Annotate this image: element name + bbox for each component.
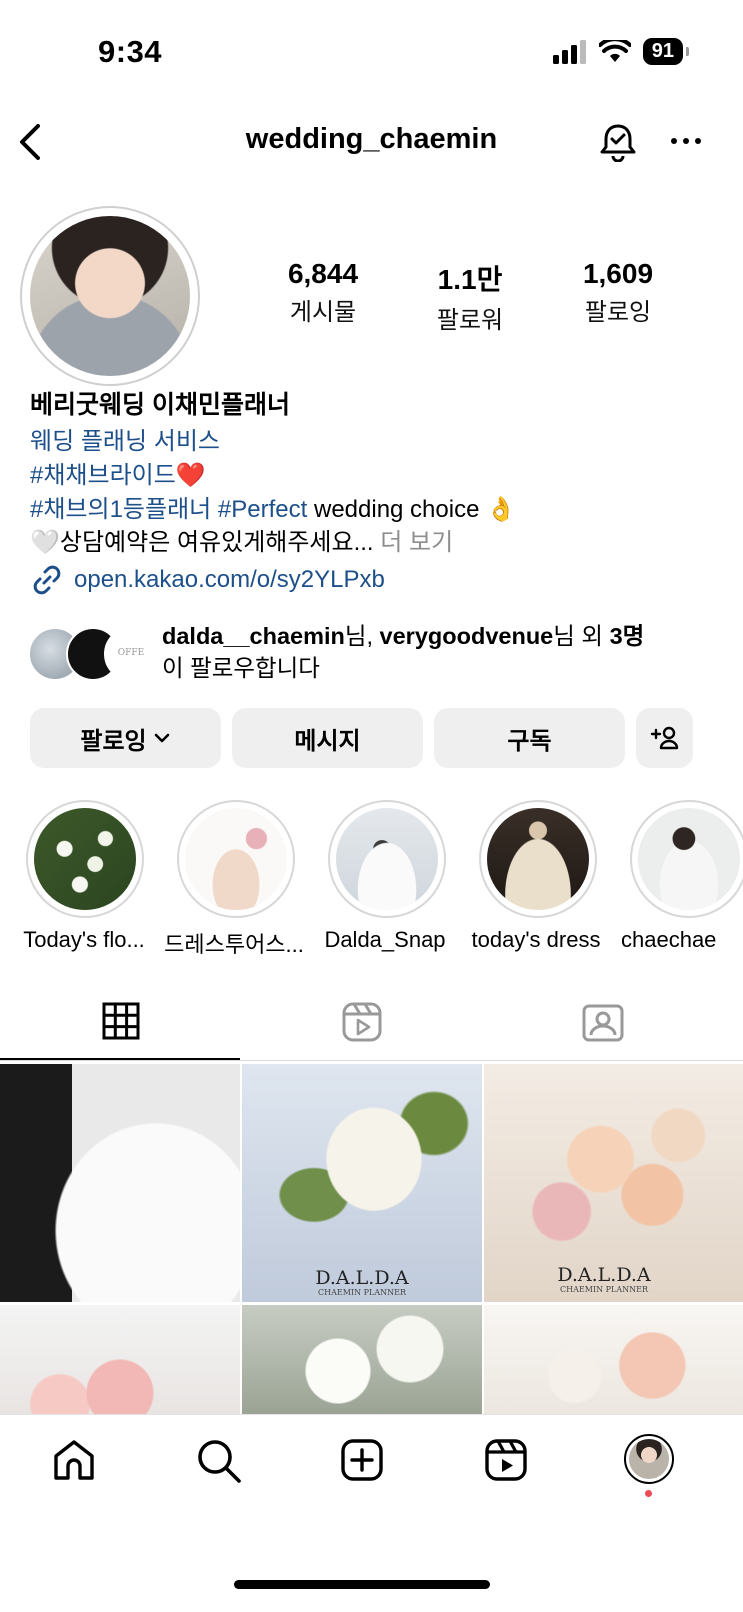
followed-by-user-1: dalda__chaemin bbox=[162, 623, 345, 649]
stat-following-value: 1,609 bbox=[582, 258, 654, 289]
followed-by-count: 3명 bbox=[609, 623, 645, 649]
create-icon[interactable] bbox=[340, 1438, 384, 1482]
profile-display-name: 베리굿웨딩 이채민플래너 bbox=[30, 391, 290, 419]
bio-hashtags[interactable]: #채브의1등플래너 #Perfect bbox=[30, 496, 307, 523]
post-thumbnail-4[interactable] bbox=[0, 1305, 240, 1415]
reels-nav-icon[interactable] bbox=[484, 1438, 528, 1482]
profile-category: 웨딩 플래닝 서비스 bbox=[30, 428, 220, 455]
highlight-3-image bbox=[336, 808, 438, 910]
highlight-5[interactable] bbox=[630, 800, 743, 918]
signal-icon bbox=[552, 39, 586, 64]
bio-line-3: 🤍상담예약은 여유있게해주세요... 더 보기 bbox=[30, 522, 453, 557]
stat-posts[interactable]: 6,844 게시물 bbox=[258, 258, 388, 327]
tab-divider bbox=[0, 1060, 743, 1061]
profile-nav-button[interactable] bbox=[624, 1434, 674, 1484]
post-2-sub: CHAEMIN PLANNER bbox=[318, 1288, 406, 1297]
highlight-1-ring bbox=[26, 800, 144, 918]
post-thumbnail-1[interactable] bbox=[0, 1064, 240, 1302]
highlight-4-label: today's dress bbox=[471, 927, 601, 952]
bell-icon[interactable] bbox=[598, 122, 638, 162]
search-icon[interactable] bbox=[196, 1438, 242, 1484]
post-thumbnail-5[interactable] bbox=[242, 1305, 482, 1415]
bio-text-3: 🤍상담예약은 여유있게해주세요... bbox=[30, 529, 374, 556]
highlight-5-ring bbox=[630, 800, 743, 918]
link-icon bbox=[33, 565, 61, 595]
stat-posts-label: 게시물 bbox=[289, 299, 357, 326]
highlight-2-image bbox=[185, 808, 287, 910]
stat-following-label: 팔로잉 bbox=[584, 299, 652, 326]
highlight-2-label: 드레스투어스... bbox=[164, 932, 304, 957]
bio-hashtag-1[interactable]: #채채브라이드❤️ bbox=[30, 455, 206, 490]
notification-dot bbox=[645, 1490, 652, 1497]
post-thumbnail-2[interactable]: D.A.L.D.A CHAEMIN PLANNER bbox=[242, 1064, 482, 1302]
post-thumbnail-3[interactable]: D.A.L.D.A CHAEMIN PLANNER bbox=[484, 1064, 743, 1302]
message-button-label: 메시지 bbox=[294, 727, 361, 755]
add-person-icon bbox=[650, 726, 678, 750]
highlight-5-label: chaechae bbox=[621, 927, 717, 952]
profile-avatar[interactable] bbox=[30, 216, 190, 376]
wifi-icon bbox=[598, 39, 631, 62]
stat-posts-value: 6,844 bbox=[287, 258, 359, 289]
message-button[interactable]: 메시지 bbox=[232, 708, 423, 768]
highlight-5-image bbox=[638, 808, 740, 910]
highlight-4[interactable] bbox=[479, 800, 597, 918]
stat-followers[interactable]: 1.1만 팔로워 bbox=[405, 258, 535, 335]
bio-line-2: #채브의1등플래너 #Perfect wedding choice 👌 bbox=[30, 489, 516, 524]
followed-by-text[interactable]: dalda__chaemin님, verygoodvenue님 외 3명 이 팔… bbox=[162, 620, 644, 684]
highlight-3-ring bbox=[328, 800, 446, 918]
followed-by-others: 님 외 bbox=[553, 623, 610, 649]
status-time: 9:34 bbox=[98, 34, 163, 69]
subscribe-button-label: 구독 bbox=[507, 727, 552, 755]
status-icons: 91 bbox=[552, 38, 690, 65]
profile-link-text: open.kakao.com/o/sy2YLPxb bbox=[74, 566, 385, 593]
subscribe-button[interactable]: 구독 bbox=[434, 708, 625, 768]
highlight-2-ring bbox=[177, 800, 295, 918]
followed-by-user-2: verygoodvenue bbox=[379, 623, 554, 649]
highlight-1-image bbox=[34, 808, 136, 910]
home-indicator bbox=[234, 1580, 490, 1589]
grid-icon[interactable] bbox=[102, 1002, 140, 1040]
highlight-4-ring bbox=[479, 800, 597, 918]
highlight-3-label: Dalda_Snap bbox=[324, 927, 446, 952]
bio-text: wedding choice 👌 bbox=[307, 496, 516, 523]
highlight-1-label: Today's flo... bbox=[23, 927, 145, 952]
followed-by-sep: 님, bbox=[344, 623, 380, 649]
follower-avatar-3: OFFE bbox=[104, 627, 158, 681]
stat-following[interactable]: 1,609 팔로잉 bbox=[553, 258, 683, 327]
profile-avatar-icon bbox=[629, 1439, 669, 1479]
more-icon[interactable] bbox=[670, 135, 702, 147]
followed-by-line2: 이 팔로우합니다 bbox=[162, 655, 320, 681]
home-icon[interactable] bbox=[52, 1438, 96, 1482]
highlight-1[interactable] bbox=[26, 800, 144, 918]
highlight-2[interactable] bbox=[177, 800, 295, 918]
profile-link[interactable]: open.kakao.com/o/sy2YLPxb bbox=[30, 563, 385, 597]
post-3-sub: CHAEMIN PLANNER bbox=[560, 1285, 648, 1294]
battery-indicator: 91 bbox=[642, 38, 690, 65]
highlight-4-image bbox=[487, 808, 589, 910]
bio-more-link[interactable]: 더 보기 bbox=[374, 529, 453, 556]
post-thumbnail-6[interactable] bbox=[484, 1305, 743, 1415]
stat-followers-label: 팔로워 bbox=[436, 307, 504, 334]
reels-icon[interactable] bbox=[342, 1002, 382, 1042]
post-2-brand: D.A.L.D.A bbox=[315, 1267, 409, 1289]
following-button-label: 팔로잉 bbox=[80, 727, 147, 755]
following-button[interactable]: 팔로잉 bbox=[30, 708, 221, 768]
highlight-3[interactable] bbox=[328, 800, 446, 918]
stat-followers-value: 1.1만 bbox=[437, 264, 503, 295]
add-person-button[interactable] bbox=[636, 708, 693, 768]
chevron-down-icon bbox=[154, 733, 169, 743]
post-3-brand: D.A.L.D.A bbox=[557, 1264, 651, 1286]
tagged-icon[interactable] bbox=[582, 1002, 624, 1042]
